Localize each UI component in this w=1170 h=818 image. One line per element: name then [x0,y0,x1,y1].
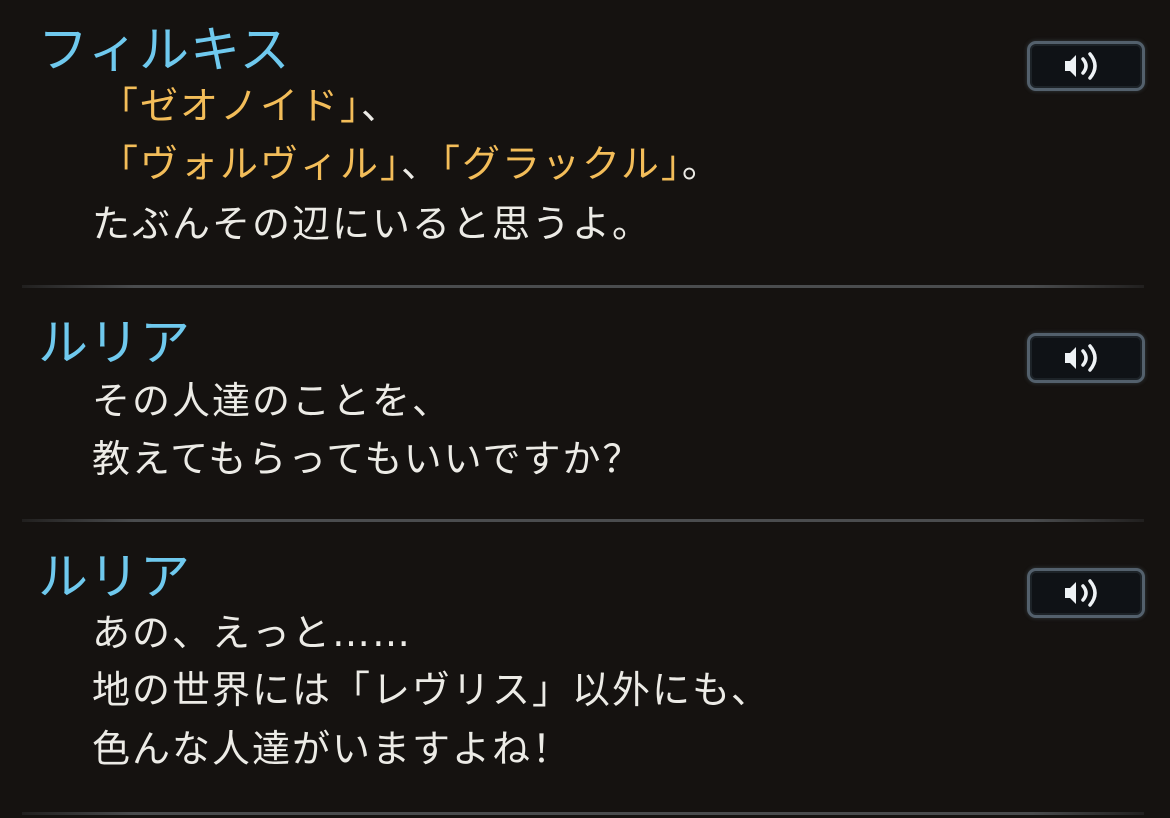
speaker-voice-icon [1065,579,1097,607]
highlighted-term: 「ゼオノイド」 [100,84,362,128]
dialogue-text: たぶんその辺にいると思うよ。 [92,202,653,246]
dialogue-text: 色んな人達がいますよね！ [92,727,573,771]
dialogue-text: 、 [361,84,402,128]
dialogue-text: あの、えっと…… [92,611,413,655]
dialogue-text: 、 [401,142,442,186]
dialogue-text: 。 [681,142,722,186]
entry-divider [22,519,1144,522]
voice-replay-button[interactable] [1027,568,1145,618]
dialogue-line: たぶんその辺にいると思うよ。 [92,202,652,246]
dialogue-line: その人達のことを、 [92,379,452,423]
dialogue-line: 地の世界には「レヴリス」以外にも、 [92,668,771,712]
dialogue-line: 色んな人達がいますよね！ [92,727,572,771]
speaker-name: ルリア [38,548,191,606]
dialogue-text: 教えてもらってもいいですか？ [92,437,643,481]
voice-replay-button[interactable] [1027,333,1145,383]
dialogue-line: 教えてもらってもいいですか？ [92,437,643,481]
voice-replay-button[interactable] [1027,41,1145,91]
speaker-name: ルリア [38,314,191,372]
entry-divider [22,285,1144,288]
dialogue-line: あの、えっと…… [92,611,412,655]
entry-divider [22,812,1144,815]
dialogue-line: 「ゼオノイド」、 [100,84,401,128]
dialogue-text: その人達のことを、 [92,379,453,423]
dialogue-line: 「ヴォルヴィル」、「グラックル」。 [100,142,722,186]
speaker-name: フィルキス [38,21,291,79]
highlighted-term: 「ヴォルヴィル」 [100,142,402,186]
highlighted-term: 「グラックル」 [441,142,682,186]
backlog-panel: フィルキス 「ゼオノイド」、 「ヴォルヴィル」、「グラックル」。 たぶんその辺に… [0,0,1170,818]
speaker-voice-icon [1065,52,1097,80]
dialogue-text: 地の世界には「レヴリス」以外にも、 [92,668,771,712]
speaker-voice-icon [1065,344,1097,372]
